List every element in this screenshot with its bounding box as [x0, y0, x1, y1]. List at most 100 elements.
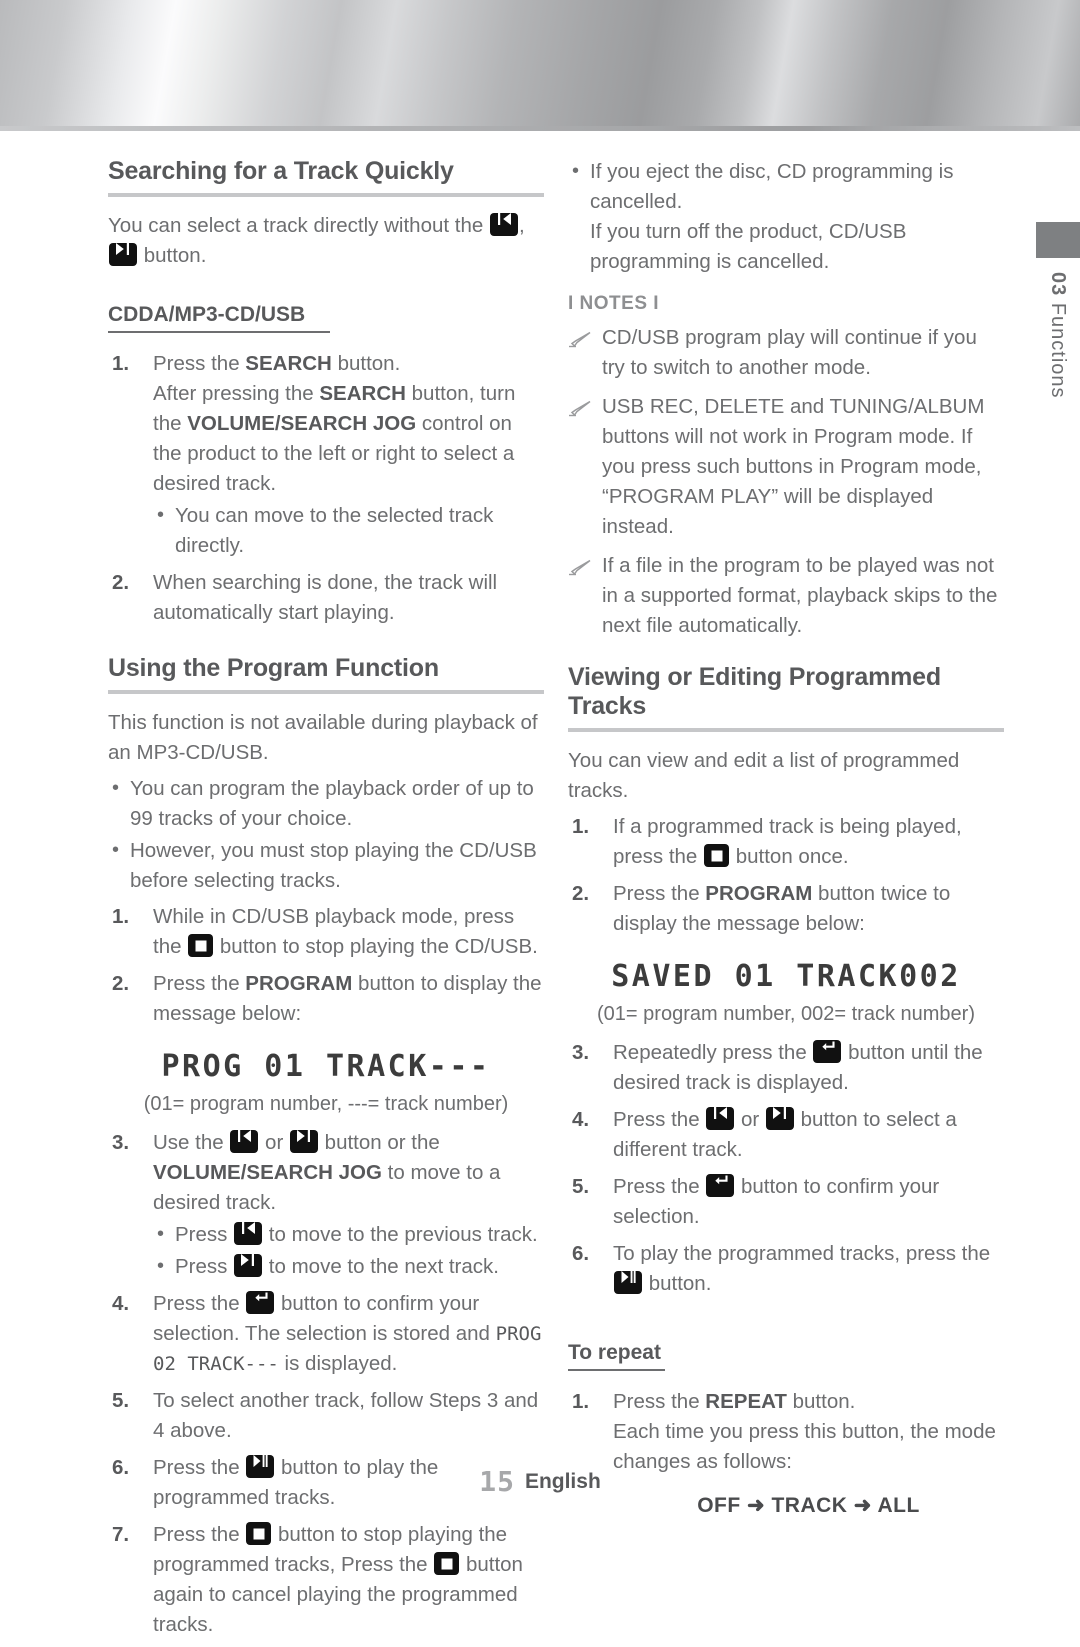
bold-search-2: SEARCH: [319, 382, 406, 405]
page-number: 15: [479, 1465, 515, 1498]
program-steps-list: 1. While in CD/USB playback mode, press …: [108, 902, 544, 1029]
step-text-1: Press the: [613, 1108, 706, 1131]
step-number: 3.: [572, 1041, 590, 1064]
step-text-2: button to stop playing the CD/USB.: [214, 935, 538, 958]
pencil-icon: [568, 328, 592, 348]
section-heading-viewing: Viewing or Editing Programmed Tracks: [568, 663, 941, 720]
step-text-3: button or the: [318, 1131, 440, 1154]
program-bullets: You can program the playback order of up…: [108, 773, 544, 896]
step-item: 1. While in CD/USB playback mode, press …: [108, 902, 544, 962]
notes-list: CD/USB program play will continue if you…: [568, 323, 1004, 641]
bullet-text-b1: Press: [175, 1255, 234, 1278]
step-item: 1. Press the REPEAT button. Each time yo…: [568, 1387, 1004, 1521]
step-number: 1.: [572, 1390, 590, 1413]
step-number: 3.: [112, 1131, 130, 1154]
searching-steps-list: 1. Press the SEARCH button. After pressi…: [108, 349, 544, 628]
intro-text-b: ,: [518, 214, 525, 237]
lcd-display-prog: PROG 01 TRACK---: [161, 1049, 491, 1084]
prev-track-icon: [230, 1130, 259, 1153]
stop-icon: [188, 934, 214, 957]
bold-repeat: REPEAT: [705, 1390, 787, 1413]
play-pause-icon: [614, 1271, 642, 1294]
step-text-1: Press the: [153, 352, 246, 375]
step-number: 2.: [112, 571, 130, 594]
section-heading-searching: Searching for a Track Quickly: [108, 157, 454, 185]
step-item: 6. To play the programmed tracks, press …: [568, 1239, 1004, 1299]
step-item: 3. Use the or button or the VOLUME/SEARC…: [108, 1128, 544, 1282]
searching-intro-paragraph: You can select a track directly without …: [108, 211, 544, 271]
step-text-1: When searching is done, the track will a…: [153, 571, 498, 624]
enter-icon: [706, 1174, 735, 1197]
step-text-1: Press the: [613, 1175, 706, 1198]
step-text-3: After pressing the: [153, 382, 320, 405]
note-text: If a file in the program to be played wa…: [602, 554, 998, 637]
note-item: USB REC, DELETE and TUNING/ALBUM buttons…: [568, 392, 1004, 542]
next-track-icon: [289, 1130, 318, 1153]
bullet-item: You can move to the selected track direc…: [153, 500, 544, 561]
prev-track-icon: [706, 1107, 735, 1130]
lcd-caption-saved: (01= program number, 002= track number): [597, 1003, 975, 1025]
step-number: 1.: [112, 905, 130, 928]
bullet-text-a1: Press: [175, 1223, 234, 1246]
step-text-1: Press the: [153, 1523, 246, 1546]
viewing-intro-paragraph: You can view and edit a list of programm…: [568, 749, 960, 802]
step-text-1: Press the: [153, 972, 246, 995]
note-text: CD/USB program play will continue if you…: [602, 326, 977, 379]
subheading-rule: [108, 331, 330, 333]
step-number: 2.: [572, 882, 590, 905]
stop-icon: [434, 1552, 460, 1575]
step-item: 3. Repeatedly press the button until the…: [568, 1038, 1004, 1098]
bold-program: PROGRAM: [705, 882, 813, 905]
step-sub-bullets: You can move to the selected track direc…: [153, 500, 544, 561]
top-bullet-line-1: If you eject the disc, CD programming is…: [590, 160, 954, 213]
step-item: 1. Press the SEARCH button. After pressi…: [108, 349, 544, 561]
step-item: 2. Press the PROGRAM button to display t…: [108, 969, 544, 1029]
heading-rule: [108, 690, 544, 694]
bullet-text-b2: to move to the next track.: [263, 1255, 499, 1278]
step-text-1: Repeatedly press the: [613, 1041, 813, 1064]
step-number: 4.: [572, 1108, 590, 1131]
intro-text-a: You can select a track directly without …: [108, 214, 489, 237]
bullet-item: You can program the playback order of up…: [108, 773, 544, 834]
next-track-icon: [765, 1107, 794, 1130]
header-metallic-band: [0, 0, 1080, 131]
enter-icon: [246, 1291, 275, 1314]
heading-rule: [108, 193, 544, 197]
page-language: English: [524, 1469, 601, 1493]
stop-icon: [704, 844, 730, 867]
step-number: 1.: [572, 815, 590, 838]
heading-rule: [568, 728, 1004, 732]
program-intro-paragraph: This function is not available during pl…: [108, 711, 538, 764]
intro-text-c: button.: [138, 244, 207, 267]
step-sub-bullets: Press to move to the previous track. Pre…: [153, 1219, 544, 1282]
pencil-icon: [568, 556, 592, 576]
next-track-icon: [234, 1254, 263, 1277]
bold-volume-jog: VOLUME/SEARCH JOG: [153, 1161, 382, 1184]
right-column: If you eject the disc, CD programming is…: [568, 156, 1004, 1528]
note-item: If a file in the program to be played wa…: [568, 551, 1004, 641]
step-item: 4. Press the or button to select a diffe…: [568, 1105, 1004, 1165]
step-item: 4. Press the button to confirm your sele…: [108, 1289, 544, 1379]
repeat-steps-list: 1. Press the REPEAT button. Each time yo…: [568, 1387, 1004, 1521]
step-number: 1.: [112, 352, 130, 375]
viewing-steps-list: 1. If a programmed track is being played…: [568, 812, 1004, 939]
enter-icon: [813, 1040, 842, 1063]
step-text-2: or: [259, 1131, 289, 1154]
step-item: 5. Press the button to confirm your sele…: [568, 1172, 1004, 1232]
step-text-2: button.: [331, 352, 401, 375]
notes-title: I NOTES I: [568, 293, 660, 314]
step-text-1: To play the programmed tracks, press the: [613, 1242, 991, 1265]
step-text-2: button once.: [730, 845, 849, 868]
bullet-text-a2: to move to the previous track.: [263, 1223, 538, 1246]
page-content: Searching for a Track Quickly You can se…: [0, 131, 1080, 1636]
step-number: 5.: [112, 1389, 130, 1412]
step-item: 7. Press the button to stop playing the …: [108, 1520, 544, 1640]
note-item: CD/USB program play will continue if you…: [568, 323, 1004, 383]
step-text-1: Press the: [613, 1390, 706, 1413]
bold-volume-jog: VOLUME/SEARCH JOG: [187, 412, 417, 435]
program-steps-cont-list: 3. Use the or button or the VOLUME/SEARC…: [108, 1128, 544, 1640]
step-text-2: button.: [643, 1272, 712, 1295]
bullet-item: If you eject the disc, CD programming is…: [568, 156, 1004, 277]
bold-program: PROGRAM: [245, 972, 353, 995]
left-column: Searching for a Track Quickly You can se…: [108, 157, 544, 1647]
